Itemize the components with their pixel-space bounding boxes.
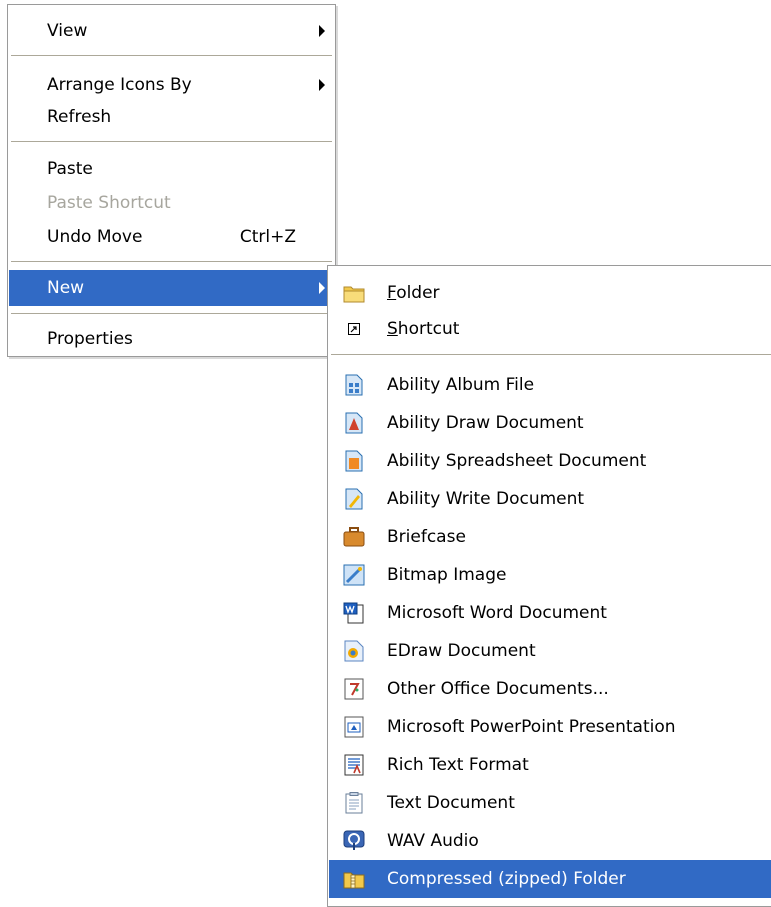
menu-separator xyxy=(11,261,332,262)
menu-separator xyxy=(331,354,771,355)
submenu-item-folder[interactable]: Folder xyxy=(329,274,771,312)
powerpoint-icon xyxy=(343,716,365,738)
ability-draw-icon xyxy=(343,412,365,434)
submenu-item-shortcut[interactable]: Shortcut xyxy=(329,310,771,348)
submenu-item-microsoft-powerpoint-presentation[interactable]: Microsoft PowerPoint Presentation xyxy=(329,708,771,746)
menu-item-label: Ability Spreadsheet Document xyxy=(387,451,647,471)
label-rest: hortcut xyxy=(397,319,460,339)
menu-separator xyxy=(11,313,332,314)
rtf-icon xyxy=(343,754,365,776)
folder-icon xyxy=(343,282,365,304)
menu-item-label: Ability Write Document xyxy=(387,489,585,509)
menu-item-label: Properties xyxy=(47,329,133,349)
menu-item-label: Undo Move xyxy=(47,227,143,247)
bitmap-icon xyxy=(343,564,365,586)
ability-write-icon xyxy=(343,488,365,510)
menu-item-paste-shortcut: Paste Shortcut xyxy=(9,185,334,221)
submenu-item-bitmap-image[interactable]: Bitmap Image xyxy=(329,556,771,594)
menu-item-label: New xyxy=(47,278,85,298)
menu-item-label: Text Document xyxy=(387,793,515,813)
submenu-arrow-icon xyxy=(319,282,325,294)
menu-item-label: Bitmap Image xyxy=(387,565,507,585)
menu-item-label: Other Office Documents... xyxy=(387,679,609,699)
menu-item-label: Microsoft Word Document xyxy=(387,603,607,623)
ability-spreadsheet-icon xyxy=(343,450,365,472)
menu-item-label: Ability Draw Document xyxy=(387,413,584,433)
submenu-arrow-icon xyxy=(319,25,325,37)
shortcut-icon xyxy=(343,318,365,340)
submenu-item-wav-audio[interactable]: WAV Audio xyxy=(329,822,771,860)
menu-item-label: Folder xyxy=(387,274,440,312)
submenu-item-microsoft-word-document[interactable]: Microsoft Word Document xyxy=(329,594,771,632)
accelerator-key: S xyxy=(387,319,398,339)
menu-item-label: Refresh xyxy=(47,107,112,127)
new-submenu: Folder Shortcut Ability Album File Abili… xyxy=(327,265,771,907)
menu-item-view[interactable]: View xyxy=(9,13,334,49)
menu-item-label: Compressed (zipped) Folder xyxy=(387,869,626,889)
menu-item-undo-move[interactable]: Undo Move Ctrl+Z xyxy=(9,219,334,255)
menu-separator xyxy=(11,141,332,142)
submenu-item-ability-album-file[interactable]: Ability Album File xyxy=(329,366,771,404)
menu-item-label: Rich Text Format xyxy=(387,755,529,775)
zip-folder-icon xyxy=(343,868,365,890)
menu-item-label: View xyxy=(47,21,88,41)
menu-item-label: Arrange Icons By xyxy=(47,75,192,95)
menu-item-label: Paste Shortcut xyxy=(47,193,171,213)
ability-album-icon xyxy=(343,374,365,396)
submenu-item-rich-text-format[interactable]: Rich Text Format xyxy=(329,746,771,784)
text-document-icon xyxy=(343,792,365,814)
accelerator-key: F xyxy=(387,283,397,303)
office-documents-icon xyxy=(343,678,365,700)
submenu-item-ability-spreadsheet-document[interactable]: Ability Spreadsheet Document xyxy=(329,442,771,480)
submenu-arrow-icon xyxy=(319,79,325,91)
submenu-item-briefcase[interactable]: Briefcase xyxy=(329,518,771,556)
menu-item-label: Shortcut xyxy=(387,310,459,348)
wav-audio-icon xyxy=(343,830,365,852)
submenu-item-ability-write-document[interactable]: Ability Write Document xyxy=(329,480,771,518)
menu-item-arrange-icons-by[interactable]: Arrange Icons By xyxy=(9,67,334,103)
edraw-icon xyxy=(343,640,365,662)
submenu-item-edraw-document[interactable]: EDraw Document xyxy=(329,632,771,670)
submenu-item-other-office-documents[interactable]: Other Office Documents... xyxy=(329,670,771,708)
label-rest: older xyxy=(396,283,440,303)
menu-item-label: Microsoft PowerPoint Presentation xyxy=(387,717,676,737)
word-document-icon xyxy=(343,602,365,624)
menu-item-label: Ability Album File xyxy=(387,375,535,395)
submenu-item-text-document[interactable]: Text Document xyxy=(329,784,771,822)
submenu-item-ability-draw-document[interactable]: Ability Draw Document xyxy=(329,404,771,442)
menu-item-properties[interactable]: Properties xyxy=(9,321,334,357)
menu-item-label: WAV Audio xyxy=(387,831,479,851)
menu-separator xyxy=(11,55,332,56)
menu-item-paste[interactable]: Paste xyxy=(9,151,334,187)
desktop-context-menu: View Arrange Icons By Refresh Paste Past… xyxy=(7,4,336,357)
submenu-item-compressed-zipped-folder[interactable]: Compressed (zipped) Folder xyxy=(329,860,771,898)
menu-item-label: Paste xyxy=(47,159,93,179)
briefcase-icon xyxy=(343,526,365,548)
menu-item-label: Briefcase xyxy=(387,527,466,547)
keyboard-shortcut: Ctrl+Z xyxy=(239,227,296,247)
menu-item-label: EDraw Document xyxy=(387,641,536,661)
menu-item-refresh[interactable]: Refresh xyxy=(9,99,334,135)
menu-item-new[interactable]: New xyxy=(9,270,334,306)
